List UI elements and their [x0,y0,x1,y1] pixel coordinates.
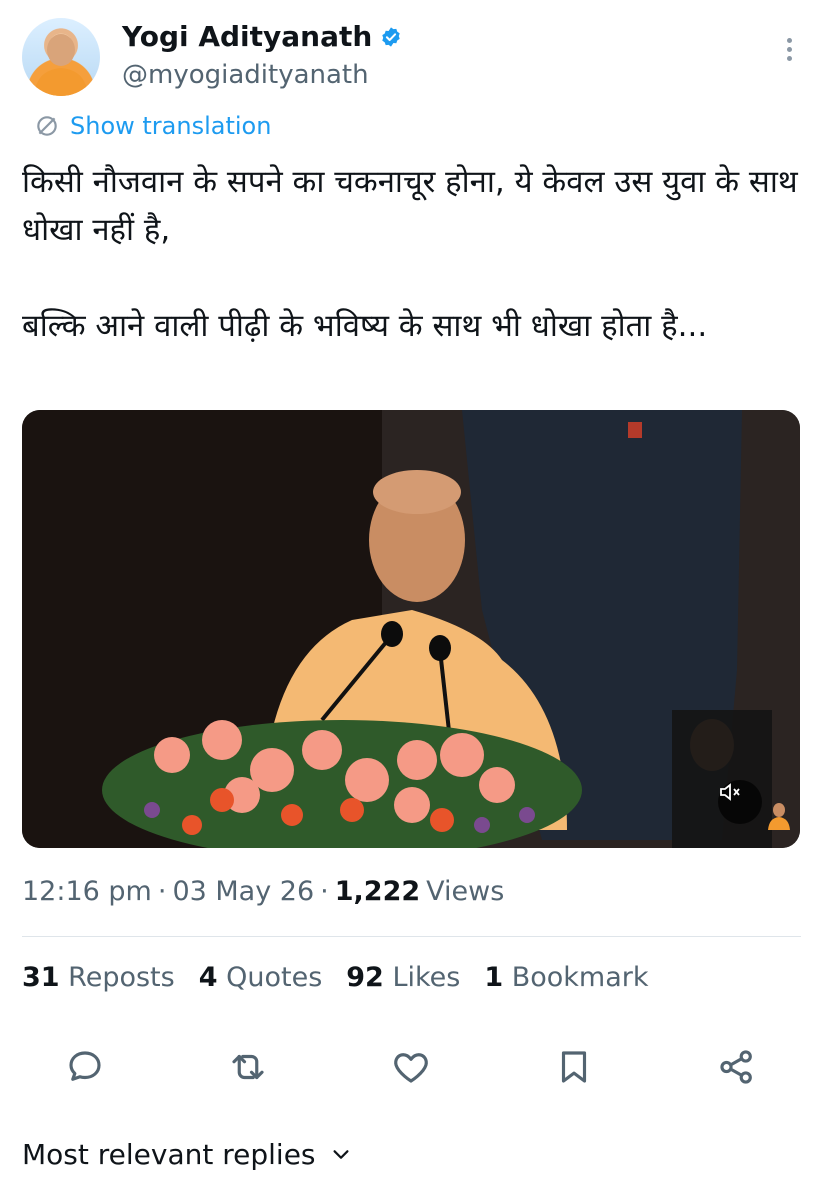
chevron-down-icon [332,1149,349,1159]
meta-separator: · [157,876,167,907]
reply-icon[interactable] [64,1046,106,1088]
video-player[interactable] [22,410,800,848]
verified-badge-icon [382,26,401,47]
video-frame [22,410,800,848]
author-name[interactable]: Yogi Adityanath [122,20,372,53]
replies-sort-label: Most relevant replies [22,1138,316,1171]
speaker-thumbnail-icon [766,800,792,830]
author-avatar[interactable] [22,18,100,96]
translate-icon [37,116,57,136]
likes-stat[interactable]: 92 Likes [346,962,460,993]
replies-sort-dropdown[interactable]: Most relevant replies [22,1138,352,1171]
meta-separator: · [320,876,329,907]
quotes-stat[interactable]: 4 Quotes [199,962,323,993]
show-translation-label: Show translation [70,112,272,140]
show-translation-link[interactable]: Show translation [34,112,271,140]
bookmarks-stat[interactable]: 1 Bookmark [484,962,648,993]
mute-toggle-icon[interactable] [718,780,762,824]
reposts-stat[interactable]: 31 Reposts [22,962,175,993]
tweet-text: किसी नौजवान के सपने का चकनाचूर होना, ये … [22,164,798,344]
repost-icon[interactable] [227,1046,269,1088]
more-options-icon[interactable] [787,38,793,64]
tweet-time[interactable]: 12:16 pm [22,876,152,907]
action-bar [0,1046,823,1092]
divider [22,936,801,937]
views-count[interactable]: 1,222 [335,876,420,907]
views-label[interactable]: Views [426,876,504,907]
author-handle[interactable]: @myogiadityanath [122,60,369,90]
tweet-header: Yogi Adityanath @myogiadityanath [22,18,823,102]
divider [22,1112,801,1113]
share-icon[interactable] [716,1046,758,1088]
engagement-stats: 31 Reposts 4 Quotes 92 Likes 1 Bookmark [22,962,649,993]
tweet-date[interactable]: 03 May 26 [172,876,314,907]
tweet-meta: 12:16 pm · 03 May 26 · 1,222 Views [22,876,504,907]
bookmark-icon[interactable] [553,1046,595,1088]
like-icon[interactable] [390,1046,432,1088]
